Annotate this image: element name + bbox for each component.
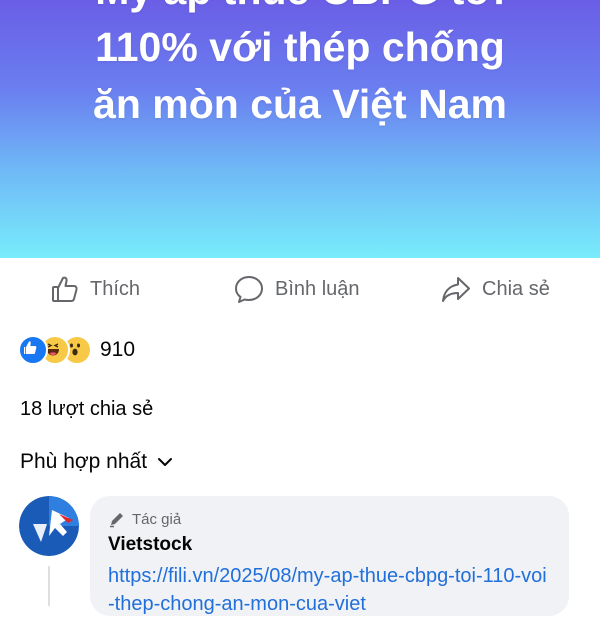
- author-badge: Tác giả: [108, 510, 181, 528]
- thread-line: [48, 566, 50, 606]
- avatar[interactable]: [19, 496, 79, 556]
- pencil-icon: [110, 513, 123, 528]
- comment-label: Bình luận: [275, 277, 360, 300]
- post-image-banner[interactable]: Mỹ áp thuế CBPG tới 110% với thép chống …: [0, 0, 600, 258]
- like-label: Thích: [90, 277, 141, 300]
- comment-link[interactable]: https://fili.vn/2025/08/my-ap-thue-cbpg-…: [108, 562, 548, 618]
- share-count[interactable]: 18 lượt chia sẻ: [20, 398, 153, 421]
- comment-bubble: Tác giả Vietstock https://fili.vn/2025/0…: [90, 496, 569, 616]
- reactions-summary[interactable]: 910: [18, 335, 135, 365]
- post-action-bar: Thích Bình luận Chia sẻ: [0, 258, 600, 320]
- share-arrow-icon: [442, 277, 470, 302]
- like-reaction-icon: [18, 335, 48, 365]
- comment-button[interactable]: Bình luận: [233, 258, 360, 320]
- chevron-down-icon: [158, 458, 173, 466]
- banner-line: Mỹ áp thuế CBPG tới: [0, 0, 600, 19]
- banner-title: Mỹ áp thuế CBPG tới 110% với thép chống …: [0, 0, 600, 133]
- sort-label: Phù hợp nhất: [20, 450, 148, 473]
- share-button[interactable]: Chia sẻ: [440, 258, 550, 320]
- banner-line: 110% với thép chống: [95, 24, 505, 70]
- comment-sort-dropdown[interactable]: Phù hợp nhất: [20, 450, 173, 474]
- like-button[interactable]: Thích: [50, 258, 140, 320]
- thumbs-up-icon: [52, 276, 78, 302]
- vietstock-logo-icon: [19, 496, 79, 556]
- comment-author[interactable]: Vietstock: [108, 534, 192, 556]
- reaction-count: 910: [100, 338, 136, 361]
- comment-icon: [235, 276, 263, 303]
- author-badge-label: Tác giả: [132, 510, 182, 528]
- reaction-icons: [18, 335, 92, 365]
- banner-line: ăn mòn của Việt Nam: [93, 81, 507, 127]
- share-label: Chia sẻ: [482, 277, 550, 300]
